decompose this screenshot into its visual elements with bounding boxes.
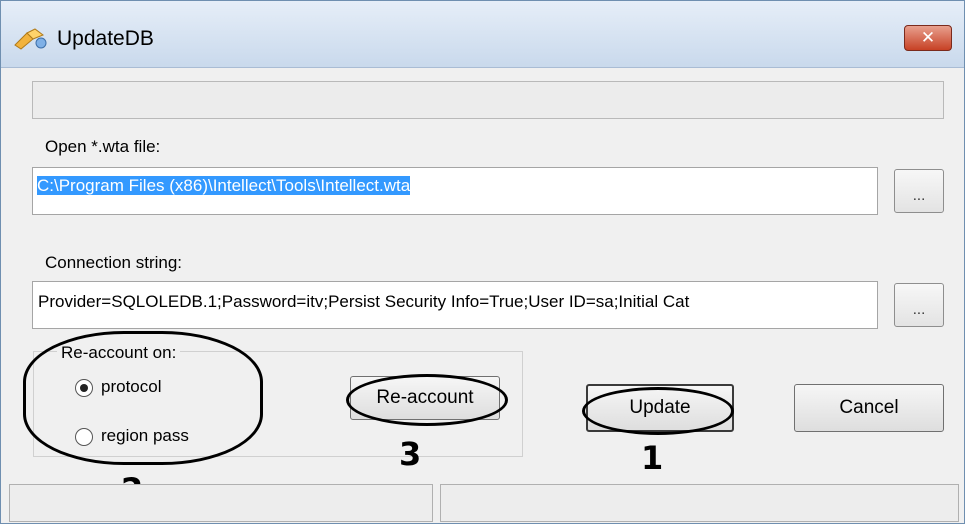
radio-protocol-icon[interactable] xyxy=(75,379,93,397)
connection-string-input[interactable]: Provider=SQLOLEDB.1;Password=itv;Persist… xyxy=(32,281,878,329)
radio-region-pass-icon[interactable] xyxy=(75,428,93,446)
browse-connection-label: ... xyxy=(912,301,926,318)
browse-wta-button[interactable]: ... xyxy=(894,169,944,213)
reaccount-button[interactable]: Re-account xyxy=(350,376,500,420)
updatedb-window: UpdateDB ✕ Open *.wta file: C:\Program F… xyxy=(0,0,965,524)
reaccount-legend: Re-account on: xyxy=(57,343,181,363)
status-bar-right xyxy=(440,484,959,522)
title-bar[interactable]: UpdateDB ✕ xyxy=(1,1,964,68)
connection-string-value: Provider=SQLOLEDB.1;Password=itv;Persist… xyxy=(38,292,690,311)
close-icon: ✕ xyxy=(920,28,936,48)
file-label: Open *.wta file: xyxy=(45,137,161,156)
browse-wta-label: ... xyxy=(912,187,926,204)
browse-connection-button[interactable]: ... xyxy=(894,283,944,327)
annotation-marker-3: 3 xyxy=(399,435,422,473)
radio-region-pass-label: region pass xyxy=(101,426,189,445)
close-button[interactable]: ✕ xyxy=(904,25,952,51)
radio-protocol-label: protocol xyxy=(101,377,162,396)
connection-label: Connection string: xyxy=(45,253,183,272)
wta-file-value: C:\Program Files (x86)\Intellect\Tools\I… xyxy=(37,176,411,195)
wta-file-input[interactable]: C:\Program Files (x86)\Intellect\Tools\I… xyxy=(32,167,878,215)
update-button-label: Update xyxy=(629,397,691,418)
app-icon xyxy=(14,28,47,50)
cancel-button-label: Cancel xyxy=(839,397,899,418)
update-button[interactable]: Update xyxy=(586,384,734,432)
reaccount-button-label: Re-account xyxy=(376,387,474,408)
cancel-button[interactable]: Cancel xyxy=(794,384,944,432)
status-bar-left xyxy=(9,484,433,522)
window-title: UpdateDB xyxy=(57,27,154,50)
progress-bar xyxy=(32,81,944,119)
annotation-marker-1: 1 xyxy=(641,439,664,477)
